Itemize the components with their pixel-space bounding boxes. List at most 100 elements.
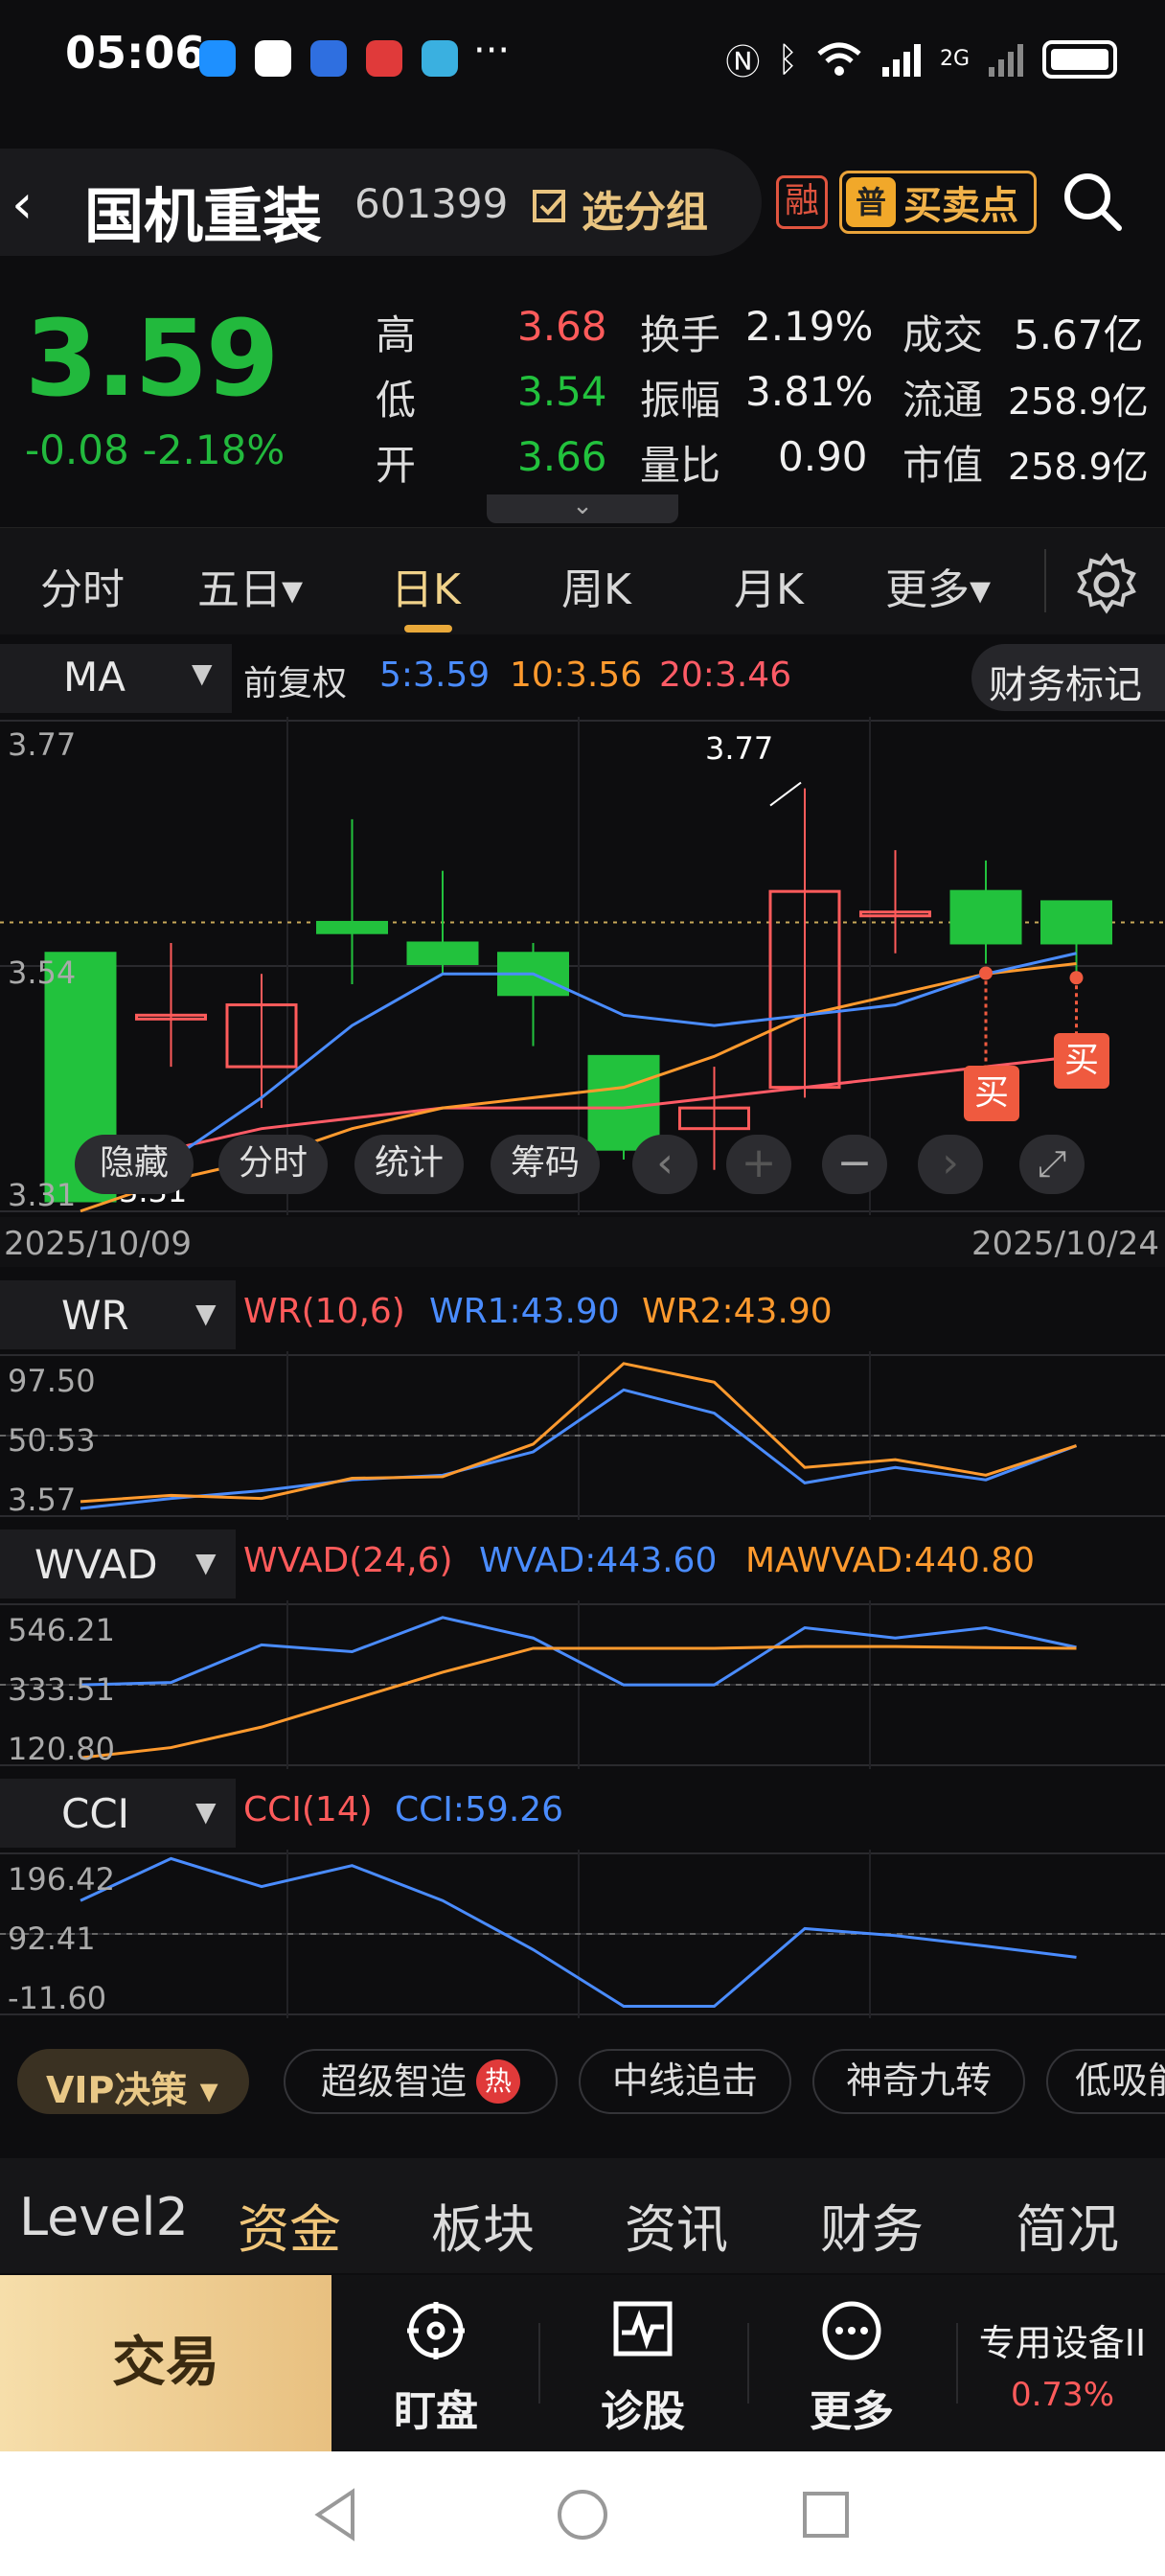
search-icon[interactable] [1062,171,1123,232]
chips-tool-button[interactable]: 筹码 [491,1135,600,1194]
dropdown-arrow-icon: ▼ [195,1547,217,1578]
network-type: 2G [939,47,970,71]
open-label: 开 [376,442,417,489]
tab-divider [1044,549,1046,612]
tab-daily-k[interactable]: 日K [391,555,461,616]
pan-right-icon[interactable]: › [918,1135,983,1194]
strategy-mid-line[interactable]: 中线追击 [579,2049,791,2114]
dropdown-arrow-icon: ▼ [192,657,213,689]
tab-profile[interactable]: 简况 [1016,2187,1119,2263]
stock-header: ‹ 国机重装 601399 选分组 [0,149,762,256]
k-axis-top: 3.77 [8,726,77,763]
select-group-button[interactable]: 选分组 [532,177,708,239]
buy-sell-points-button[interactable]: 普 买卖点 [839,171,1037,234]
strategy-magic-nine[interactable]: 神奇九转 [812,2049,1025,2114]
cci-axis-bottom: -11.60 [8,1980,107,2016]
cci-chart[interactable] [0,1850,1165,2018]
adjust-mode[interactable]: 前复权 [243,656,347,705]
wr-axis-bottom: 3.57 [8,1482,77,1518]
candle-body [1040,900,1112,945]
low-label: 低 [376,377,417,424]
strategy-low-buy[interactable]: 低吸能 [1046,2049,1165,2114]
ma-indicator-select[interactable]: MA ▼ [0,644,232,713]
dock-divider [956,2323,958,2404]
wr-param: WR(10,6) [243,1292,405,1331]
open-value: 3.66 [517,433,607,480]
system-nav-bar [0,2451,1165,2576]
wvad-axis-top: 546.21 [8,1612,115,1648]
float-cap-value: 258.9亿 [1008,380,1149,423]
trade-button[interactable]: 交易 [0,2275,331,2451]
statistics-tool-button[interactable]: 统计 [354,1135,464,1194]
diagnose-button[interactable]: 诊股 [542,2275,743,2451]
date-end: 2025/10/24 [971,1225,1159,1263]
date-start: 2025/10/09 [4,1225,192,1263]
crosshair-icon [407,2302,465,2359]
volume-ratio-label: 量比 [640,442,721,489]
dropdown-arrow-icon: ▼ [195,1298,217,1329]
high-value: 3.68 [517,303,607,350]
nav-recents-icon[interactable] [801,2490,851,2540]
zoom-out-icon[interactable]: − [822,1135,887,1194]
wvad-param: WVAD(24,6) [243,1541,453,1580]
wvad-value: WVAD:443.60 [479,1541,718,1580]
intraday-tool-button[interactable]: 分时 [218,1135,328,1194]
checkbox-icon [533,190,565,222]
ma-select-label: MA [63,654,126,701]
k-axis-mid: 3.54 [8,954,77,991]
tab-monthly-k[interactable]: 月K [734,555,804,616]
tab-level2[interactable]: Level2 [19,2187,189,2247]
pan-left-icon[interactable]: ‹ [632,1135,697,1194]
buy-signal-marker[interactable]: 买 [964,1066,1019,1121]
cci-value: CCI:59.26 [395,1790,564,1829]
amplitude-label: 振幅 [640,377,721,424]
watch-button[interactable]: 盯盘 [335,2275,537,2451]
buy-signal-dot [1069,971,1084,985]
strategy-super-manufacture[interactable]: 超级智造 热 [284,2049,558,2114]
strategy-row: VIP决策 ▾ 超级智造 热 中线追击 神奇九转 低吸能 [0,2041,1165,2124]
signal-2-icon [989,44,1023,77]
finance-marker-button[interactable]: 财务标记 [971,644,1165,711]
hide-tool-button[interactable]: 隐藏 [75,1135,194,1194]
wr-chart[interactable] [0,1351,1165,1520]
sector-ticker[interactable]: 专用设备II 0.73% [962,2313,1163,2414]
nav-home-icon[interactable] [556,2488,609,2542]
tab-five-day[interactable]: 五日▾ [197,555,303,616]
vip-decision-button[interactable]: VIP决策 ▾ [17,2049,249,2114]
buy-signal-marker[interactable]: 买 [1054,1033,1109,1089]
tab-more[interactable]: 更多▾ [885,555,991,616]
active-tab-underline [404,625,452,632]
settings-gear-icon[interactable] [1073,551,1140,618]
expand-quote-button[interactable]: ⌄ [487,494,678,523]
select-group-label: 选分组 [582,188,708,237]
wvad-select-label: WVAD [34,1541,158,1588]
back-icon[interactable]: ‹ [11,173,33,236]
cci-indicator-select[interactable]: CCI ▼ [0,1779,236,1848]
app-notification-icon [422,40,458,77]
strategy-label: 超级智造 [320,2060,467,2103]
tab-news[interactable]: 资讯 [625,2187,728,2263]
more-button[interactable]: 更多 [751,2275,952,2451]
chat-notification-icon [199,40,236,77]
wr-axis-mid: 50.53 [8,1422,96,1459]
ma-legend: MA ▼ 前复权 5:3.59 10:3.56 20:3.46 财务标记 [0,644,1165,713]
wr-axis-top: 97.50 [8,1363,96,1399]
zoom-in-icon[interactable]: + [726,1135,791,1194]
wr-indicator-select[interactable]: WR ▼ [0,1280,236,1349]
ma5-value: 5:3.59 [379,656,491,695]
bottom-dock: 交易 盯盘 诊股 更多 专用设备II 0.73% [0,2275,1165,2451]
cci-select-label: CCI [61,1790,130,1837]
tab-funds[interactable]: 资金 [238,2187,341,2263]
tab-financials[interactable]: 财务 [820,2187,924,2263]
ma10-value: 10:3.56 [510,656,643,695]
amount-label: 成交 [902,311,984,358]
wvad-chart[interactable] [0,1600,1165,1769]
tab-weekly-k[interactable]: 周K [561,555,631,616]
cci-param: CCI(14) [243,1790,373,1829]
tab-intraday[interactable]: 分时 [40,555,125,616]
nav-back-icon[interactable] [312,2488,360,2542]
fullscreen-icon[interactable]: ⤢ [1019,1135,1085,1194]
wvad-indicator-select[interactable]: WVAD ▼ [0,1530,236,1598]
tab-sector[interactable]: 板块 [431,2187,535,2263]
margin-badge[interactable]: 融 [776,175,828,229]
